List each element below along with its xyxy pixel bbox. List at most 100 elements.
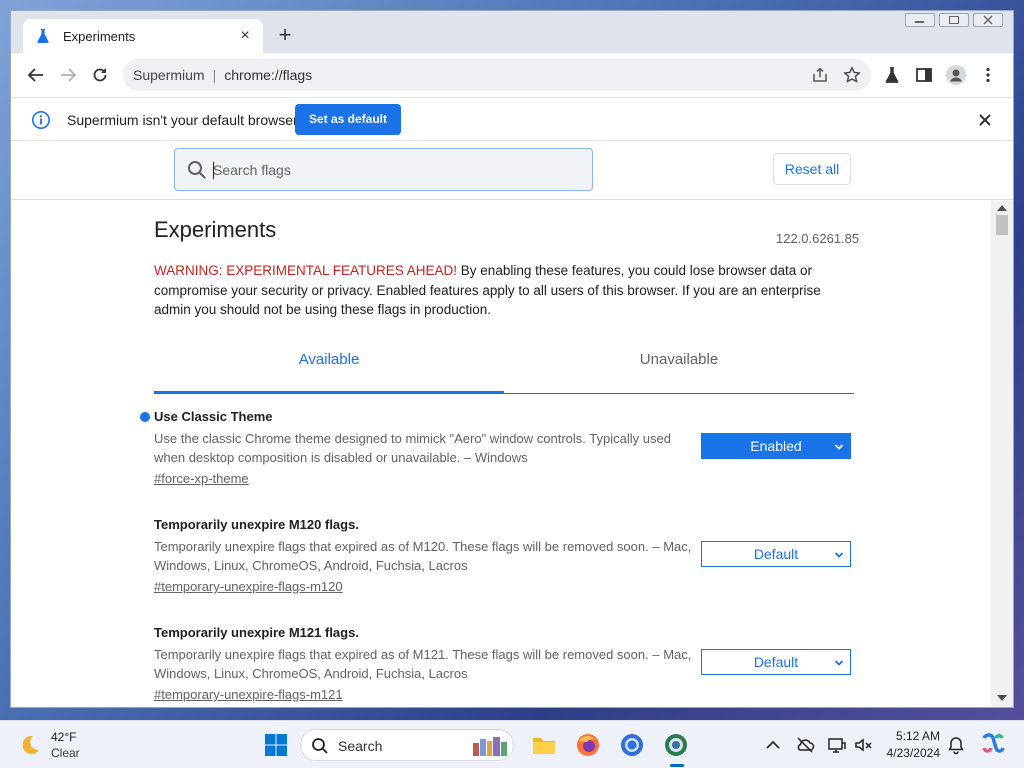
chevron-up-icon[interactable] <box>763 735 783 755</box>
flag-description: Use the classic Chrome theme designed to… <box>154 431 671 465</box>
taskbar-search[interactable]: Search <box>300 729 514 761</box>
chevron-down-icon <box>834 444 844 450</box>
infobar-message: Supermium isn't your default browser <box>67 112 298 128</box>
flags-content: Experiments 122.0.6261.85 WARNING: EXPER… <box>11 201 993 707</box>
maximize-button[interactable] <box>939 13 969 27</box>
search-box[interactable] <box>174 148 593 191</box>
tab-title: Experiments <box>63 28 136 44</box>
info-icon <box>32 111 50 129</box>
tab-experiments[interactable]: Experiments × <box>23 19 263 53</box>
flags-tabs: Available Unavailable <box>154 341 854 394</box>
moon-icon[interactable] <box>18 733 42 757</box>
page-scrollbar[interactable] <box>991 201 1013 707</box>
network-icon[interactable] <box>827 735 847 755</box>
modified-indicator <box>140 412 150 422</box>
labs-flask-button[interactable] <box>882 65 902 85</box>
browser-toolbar: Supermium | chrome://flags <box>11 53 1013 97</box>
omnibox-site-name: Supermium <box>133 67 205 83</box>
clock-date[interactable]: 4/23/2024 <box>884 746 940 760</box>
chevron-down-icon <box>834 552 844 558</box>
side-panel-icon <box>916 68 932 82</box>
flag-state-value: Default <box>753 546 799 562</box>
flag-state-value: Enabled <box>750 438 802 454</box>
text-cursor <box>213 162 214 179</box>
flag-name: Temporarily unexpire M121 flags. <box>154 625 359 640</box>
new-tab-button[interactable]: + <box>275 24 295 46</box>
flag-state-value: Default <box>753 654 799 670</box>
scroll-down-arrow[interactable] <box>997 695 1007 701</box>
flag-item: Temporarily unexpire M121 flags. Tempora… <box>154 624 854 704</box>
weather-temperature: 42°F <box>51 730 77 744</box>
search-input[interactable] <box>213 157 573 183</box>
flag-state-select[interactable]: Default <box>701 541 851 567</box>
close-icon[interactable] <box>975 110 995 130</box>
profile-button[interactable] <box>946 65 966 85</box>
scroll-thumb[interactable] <box>996 215 1008 235</box>
avatar-icon <box>946 65 966 85</box>
arrow-right-icon <box>61 68 77 82</box>
close-window-button[interactable] <box>973 13 1003 27</box>
reload-button[interactable] <box>90 65 110 85</box>
kebab-menu-icon <box>986 67 990 83</box>
cloud-offline-icon[interactable] <box>795 735 815 755</box>
taskbar-search-label: Search <box>338 738 383 754</box>
chevron-down-icon <box>834 660 844 666</box>
address-bar[interactable]: Supermium | chrome://flags <box>123 59 871 91</box>
reset-all-button[interactable]: Reset all <box>773 153 851 185</box>
title-bar: Experiments × + <box>11 11 1013 53</box>
side-panel-button[interactable] <box>914 65 934 85</box>
chrome-icon[interactable] <box>619 732 645 758</box>
minimize-button[interactable] <box>905 13 935 27</box>
reload-icon <box>93 68 107 82</box>
back-button[interactable] <box>26 65 46 85</box>
search-icon <box>312 738 328 754</box>
search-icon <box>188 161 206 179</box>
flag-link[interactable]: #force-xp-theme <box>154 471 249 486</box>
tab-available[interactable]: Available <box>154 341 504 393</box>
flag-item: Temporarily unexpire M120 flags. Tempora… <box>154 516 854 596</box>
taskbar: 42°F Clear Search 5:12 AM 4/23/2024 <box>0 720 1024 768</box>
flag-item: Use Classic Theme Use the classic Chrome… <box>140 408 854 488</box>
default-browser-infobar: Supermium isn't your default browser Set… <box>11 97 1013 141</box>
maximize-icon <box>949 16 959 24</box>
clock-time[interactable]: 5:12 AM <box>888 729 940 743</box>
copilot-icon[interactable] <box>980 732 1006 758</box>
flags-header: Reset all <box>11 142 1013 200</box>
omnibox-url: chrome://flags <box>224 67 313 83</box>
supermium-icon[interactable] <box>663 732 689 758</box>
minimize-icon <box>915 21 924 23</box>
flag-state-select[interactable]: Default <box>701 649 851 675</box>
scroll-up-arrow[interactable] <box>997 205 1007 211</box>
bookmark-star-icon[interactable] <box>843 66 861 84</box>
flag-link[interactable]: #temporary-unexpire-flags-m121 <box>154 687 343 702</box>
weather-condition: Clear <box>51 746 80 760</box>
menu-button[interactable] <box>978 65 998 85</box>
flag-name: Use Classic Theme <box>154 409 273 424</box>
flag-description: Temporarily unexpire flags that expired … <box>154 647 692 681</box>
tab-unavailable[interactable]: Unavailable <box>504 341 854 393</box>
browser-window: Experiments × + Supermium | chrome://fla… <box>10 10 1014 708</box>
arrow-left-icon <box>27 68 43 82</box>
volume-muted-icon[interactable] <box>853 735 873 755</box>
flag-link[interactable]: #temporary-unexpire-flags-m120 <box>154 579 343 594</box>
page-title: Experiments <box>154 217 277 242</box>
active-app-indicator <box>670 764 684 767</box>
forward-button[interactable] <box>58 65 78 85</box>
file-explorer-icon[interactable] <box>531 732 557 758</box>
tab-close-icon[interactable]: × <box>237 28 253 44</box>
warning-heading: WARNING: EXPERIMENTAL FEATURES AHEAD! <box>154 263 458 278</box>
notification-bell-icon[interactable] <box>946 735 966 755</box>
close-icon <box>983 15 993 25</box>
share-icon[interactable] <box>811 66 829 84</box>
flag-description: Temporarily unexpire flags that expired … <box>154 539 692 573</box>
version-label: 122.0.6261.85 <box>776 231 860 246</box>
windows-start-icon[interactable] <box>263 732 289 758</box>
flask-icon <box>885 67 899 83</box>
firefox-icon[interactable] <box>575 732 601 758</box>
flask-icon <box>37 29 49 44</box>
window-controls <box>905 13 1003 27</box>
set-as-default-button[interactable]: Set as default <box>295 104 401 135</box>
flag-state-select[interactable]: Enabled <box>701 433 851 459</box>
books-icon <box>473 737 507 756</box>
omnibox-separator: | <box>212 67 217 83</box>
